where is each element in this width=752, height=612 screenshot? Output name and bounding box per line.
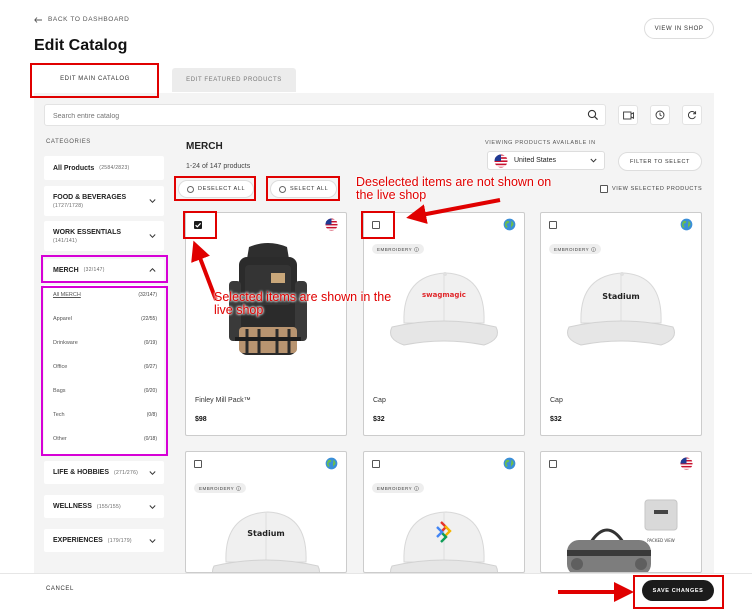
selected-annotation-note: Selected items are shown in the live sho… xyxy=(214,290,392,317)
arrow-to-deselected xyxy=(406,198,501,224)
deselected-annotation-note: Deselected items are not shown on the li… xyxy=(356,175,552,202)
